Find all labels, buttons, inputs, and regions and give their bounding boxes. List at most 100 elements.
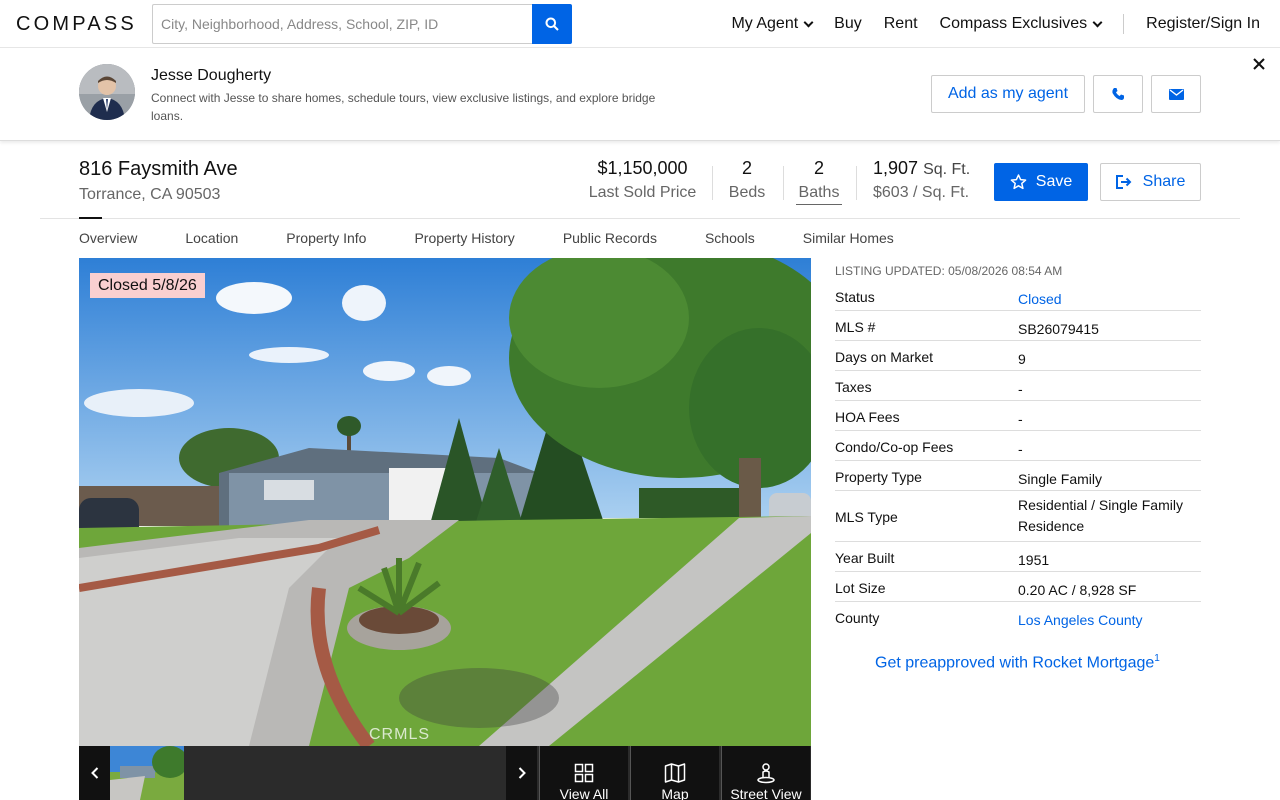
detail-row-status: Status Closed xyxy=(835,281,1201,311)
detail-key: MLS # xyxy=(835,319,876,335)
share-icon xyxy=(1115,175,1132,189)
tab-property-info[interactable]: Property Info xyxy=(286,230,366,246)
chevron-down-icon xyxy=(1092,17,1103,27)
nav-rent[interactable]: Rent xyxy=(884,15,918,33)
detail-key: Status xyxy=(835,289,875,305)
map-icon xyxy=(664,763,686,783)
detail-row-days: Days on Market 9 xyxy=(835,341,1201,371)
tab-property-history[interactable]: Property History xyxy=(414,230,514,246)
detail-key: County xyxy=(835,610,880,626)
detail-row-mls: MLS # SB26079415 xyxy=(835,311,1201,341)
chevron-left-icon xyxy=(90,767,98,779)
detail-row-year-built: Year Built 1951 xyxy=(835,542,1201,572)
detail-key: HOA Fees xyxy=(835,409,900,425)
nav-buy[interactable]: Buy xyxy=(834,15,862,33)
tabs-divider xyxy=(40,218,1240,219)
chevron-down-icon xyxy=(803,17,814,27)
search-input[interactable] xyxy=(152,4,532,44)
email-agent-button[interactable] xyxy=(1151,75,1201,113)
search-button[interactable] xyxy=(532,4,572,44)
add-as-agent-button[interactable]: Add as my agent xyxy=(931,75,1085,113)
detail-value: Single Family xyxy=(1018,471,1103,487)
compass-logo[interactable]: COMPASS xyxy=(16,13,137,36)
top-nav: COMPASS My Agent Buy Rent Compass Exclus… xyxy=(0,0,1280,48)
street-view-label: Street View xyxy=(730,786,802,800)
detail-key: Days on Market xyxy=(835,349,934,365)
property-city: Torrance, CA 90503 xyxy=(79,186,221,203)
beds-value: 2 xyxy=(741,158,752,178)
mls-watermark: CRMLS xyxy=(369,726,431,743)
sqft-value: 1,907 xyxy=(873,158,919,178)
section-tabs: Overview Location Property Info Property… xyxy=(79,230,942,246)
detail-value: 0.20 AC / 8,928 SF xyxy=(1018,582,1137,598)
agent-description: Connect with Jesse to share homes, sched… xyxy=(151,91,656,123)
detail-key: MLS Type xyxy=(835,509,898,525)
agent-avatar xyxy=(79,64,135,120)
detail-row-hoa: HOA Fees - xyxy=(835,401,1201,431)
detail-key: Condo/Co-op Fees xyxy=(835,439,954,455)
next-photo-button[interactable] xyxy=(506,746,537,800)
preapproval-link[interactable]: Get preapproved with Rocket Mortgage1 xyxy=(875,653,1160,672)
detail-key: Year Built xyxy=(835,550,895,566)
search-bar xyxy=(152,4,572,44)
detail-value: - xyxy=(1018,381,1023,397)
tab-schools[interactable]: Schools xyxy=(705,230,755,246)
status-link[interactable]: Closed xyxy=(1018,281,1201,310)
tab-similar-homes[interactable]: Similar Homes xyxy=(803,230,894,246)
baths-value: 2 xyxy=(813,158,824,178)
call-agent-button[interactable] xyxy=(1093,75,1143,113)
share-button[interactable]: Share xyxy=(1100,163,1201,201)
detail-row-lot-size: Lot Size 0.20 AC / 8,928 SF xyxy=(835,572,1201,602)
stat-divider xyxy=(856,166,857,200)
save-label: Save xyxy=(1035,173,1073,190)
price-per-sqft: $603 / Sq. Ft. xyxy=(873,184,970,201)
footnote-marker: 1 xyxy=(1154,653,1160,664)
map-label: Map xyxy=(661,786,689,800)
sqft-unit: Sq. Ft. xyxy=(923,161,971,178)
preapproval-label: Get preapproved with Rocket Mortgage xyxy=(875,654,1155,672)
tab-overview[interactable]: Overview xyxy=(79,230,137,246)
detail-row-mls-type: MLS Type Residential / Single Family Resi… xyxy=(835,491,1201,542)
close-icon[interactable] xyxy=(1250,55,1268,73)
view-all-label: View All xyxy=(559,786,609,800)
tab-location[interactable]: Location xyxy=(185,230,238,246)
detail-row-property-type: Property Type Single Family xyxy=(835,461,1201,491)
star-outline-icon xyxy=(1010,174,1027,190)
price-label: Last Sold Price xyxy=(588,184,697,201)
nav-exclusives-label: Compass Exclusives xyxy=(939,15,1088,32)
beds-label: Beds xyxy=(728,184,766,201)
save-button[interactable]: Save xyxy=(994,163,1088,201)
grid-icon xyxy=(574,763,594,783)
detail-row-condo: Condo/Co-op Fees - xyxy=(835,431,1201,461)
price-stat: $1,150,000 Last Sold Price xyxy=(585,158,700,202)
agent-name: Jesse Dougherty xyxy=(151,67,272,84)
baths-label[interactable]: Baths xyxy=(796,184,842,205)
view-all-button[interactable]: View All xyxy=(539,746,628,800)
detail-row-county: County Los Angeles County xyxy=(835,602,1201,632)
listing-updated: LISTING UPDATED: 05/08/2026 08:54 AM xyxy=(835,264,1063,278)
tab-public-records[interactable]: Public Records xyxy=(563,230,657,246)
county-link[interactable]: Los Angeles County xyxy=(1018,602,1201,632)
detail-key: Property Type xyxy=(835,469,922,485)
nav-my-agent-label: My Agent xyxy=(731,15,799,32)
baths-stat[interactable]: 2 Baths xyxy=(796,158,842,205)
nav-my-agent[interactable]: My Agent xyxy=(731,15,814,33)
stat-divider xyxy=(783,166,784,200)
nav-signin[interactable]: Register/Sign In xyxy=(1146,15,1260,33)
listing-details-table: Status Closed MLS # SB26079415 Days on Mar… xyxy=(835,281,1201,632)
property-photo[interactable] xyxy=(79,258,811,746)
detail-value: SB26079415 xyxy=(1018,321,1099,337)
phone-icon xyxy=(1112,88,1124,100)
detail-value: Residential / Single Family Residence xyxy=(1018,497,1183,534)
sqft-stat: 1,907 Sq. Ft. $603 / Sq. Ft. xyxy=(873,158,970,202)
nav-compass-exclusives[interactable]: Compass Exclusives xyxy=(939,15,1103,33)
map-button[interactable]: Map xyxy=(630,746,719,800)
detail-value: 1951 xyxy=(1018,552,1050,568)
photo-thumbnail[interactable] xyxy=(110,746,184,800)
prev-photo-button[interactable] xyxy=(79,746,110,800)
detail-row-taxes: Taxes - xyxy=(835,371,1201,401)
chevron-right-icon xyxy=(518,767,526,779)
street-view-button[interactable]: Street View xyxy=(721,746,810,800)
share-label: Share xyxy=(1142,173,1186,190)
beds-stat: 2 Beds xyxy=(725,158,769,202)
